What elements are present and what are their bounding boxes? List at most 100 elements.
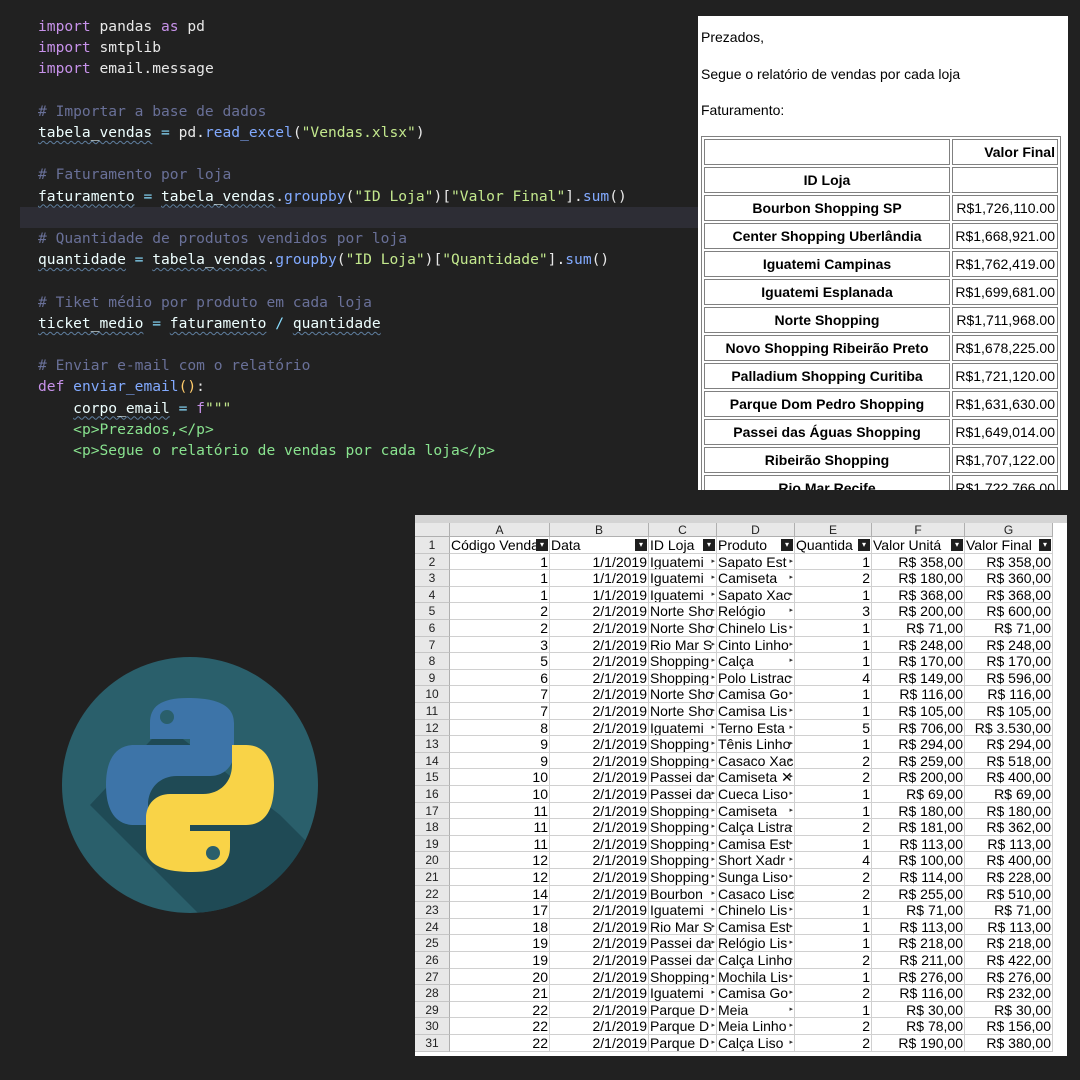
- table-cell[interactable]: R$ 105,00: [965, 703, 1053, 720]
- table-cell[interactable]: 11: [450, 835, 550, 853]
- table-cell[interactable]: 2: [795, 570, 872, 587]
- code-line[interactable]: <p>Segue o relatório de vendas por cada …: [38, 440, 495, 461]
- row-header[interactable]: 12: [415, 719, 450, 737]
- table-cell[interactable]: Tênis Linho ▸: [717, 736, 795, 753]
- code-line[interactable]: # Quantidade de produtos vendidos por lo…: [38, 228, 407, 249]
- table-cell[interactable]: R$ 218,00: [965, 935, 1053, 952]
- table-cell[interactable]: 1/1/2019: [550, 553, 649, 571]
- table-cell[interactable]: 2/1/2019: [550, 935, 649, 952]
- table-cell[interactable]: 4: [795, 852, 872, 869]
- table-cell[interactable]: 2/1/2019: [550, 786, 649, 803]
- table-cell[interactable]: Shopping ▸: [649, 968, 717, 986]
- code-line[interactable]: import smtplib: [38, 37, 161, 58]
- table-cell[interactable]: 6: [450, 669, 550, 687]
- row-header[interactable]: 1: [415, 537, 450, 554]
- row-header[interactable]: 7: [415, 636, 450, 654]
- code-line[interactable]: quantidade = tabela_vendas.groupby("ID L…: [38, 249, 609, 270]
- table-cell[interactable]: 2: [795, 769, 872, 786]
- row-header[interactable]: 24: [415, 918, 450, 936]
- row-header[interactable]: 29: [415, 1001, 450, 1019]
- table-cell[interactable]: 2: [795, 1035, 872, 1052]
- code-line[interactable]: # Enviar e-mail com o relatório: [38, 355, 310, 376]
- code-editor[interactable]: import pandas as pd import smtplib import …: [20, 12, 698, 492]
- table-cell[interactable]: 11: [450, 802, 550, 820]
- table-cell[interactable]: R$ 114,00: [872, 869, 965, 886]
- row-header[interactable]: 11: [415, 703, 450, 720]
- table-cell[interactable]: R$ 105,00: [872, 703, 965, 720]
- table-cell[interactable]: 1: [795, 553, 872, 571]
- table-cell[interactable]: 19: [450, 935, 550, 952]
- table-cell[interactable]: R$ 180,00: [872, 802, 965, 820]
- table-cell[interactable]: R$ 294,00: [965, 736, 1053, 753]
- table-cell[interactable]: Chinelo Lis ▸: [717, 620, 795, 637]
- row-header[interactable]: 18: [415, 819, 450, 836]
- table-cell[interactable]: 1: [795, 935, 872, 952]
- table-cell[interactable]: Iguatemi ▸: [649, 902, 717, 919]
- table-cell[interactable]: 1: [795, 653, 872, 670]
- table-cell[interactable]: Shopping ▸: [649, 669, 717, 687]
- table-cell[interactable]: Shopping ▸: [649, 736, 717, 753]
- table-cell[interactable]: 2/1/2019: [550, 719, 649, 737]
- table-cell[interactable]: R$ 190,00: [872, 1035, 965, 1052]
- table-cell[interactable]: R$ 156,00: [965, 1018, 1053, 1035]
- table-cell[interactable]: 2/1/2019: [550, 885, 649, 903]
- table-cell[interactable]: R$ 30,00: [872, 1001, 965, 1019]
- table-cell[interactable]: R$ 518,00: [965, 752, 1053, 770]
- table-cell[interactable]: 18: [450, 918, 550, 936]
- header-cell[interactable]: Produto ▾: [717, 537, 795, 554]
- table-cell[interactable]: 10: [450, 786, 550, 803]
- table-cell[interactable]: 2: [795, 869, 872, 886]
- table-cell[interactable]: R$ 510,00: [965, 885, 1053, 903]
- row-header[interactable]: 21: [415, 869, 450, 886]
- row-header[interactable]: 2: [415, 553, 450, 571]
- table-cell[interactable]: 2/1/2019: [550, 703, 649, 720]
- row-header[interactable]: 17: [415, 802, 450, 820]
- table-cell[interactable]: 12: [450, 852, 550, 869]
- table-cell[interactable]: Meia ▸: [717, 1001, 795, 1019]
- row-header[interactable]: 13: [415, 736, 450, 753]
- table-cell[interactable]: R$ 248,00: [872, 636, 965, 654]
- table-cell[interactable]: 2: [450, 620, 550, 637]
- table-cell[interactable]: 2/1/2019: [550, 869, 649, 886]
- row-header[interactable]: 23: [415, 902, 450, 919]
- table-cell[interactable]: Sapato Xac ▸: [717, 586, 795, 604]
- table-cell[interactable]: R$ 368,00: [965, 586, 1053, 604]
- table-cell[interactable]: 2: [795, 819, 872, 836]
- table-cell[interactable]: R$ 362,00: [965, 819, 1053, 836]
- table-cell[interactable]: R$ 71,00: [965, 902, 1053, 919]
- table-cell[interactable]: R$ 358,00: [965, 553, 1053, 571]
- table-cell[interactable]: 2/1/2019: [550, 1001, 649, 1019]
- table-cell[interactable]: R$ 113,00: [965, 835, 1053, 853]
- table-cell[interactable]: 2: [795, 1018, 872, 1035]
- table-cell[interactable]: R$ 228,00: [965, 869, 1053, 886]
- header-cell[interactable]: Valor Final ▾: [965, 537, 1053, 554]
- table-cell[interactable]: 14: [450, 885, 550, 903]
- table-cell[interactable]: Relógio ▸: [717, 603, 795, 620]
- table-cell[interactable]: 2/1/2019: [550, 603, 649, 620]
- table-cell[interactable]: 2/1/2019: [550, 968, 649, 986]
- row-header[interactable]: 31: [415, 1035, 450, 1052]
- spreadsheet[interactable]: A B C D E F G 1 Código Venda ▾ Data ▾ ID Loja ▾ Produt…: [415, 515, 1067, 1056]
- table-cell[interactable]: R$ 181,00: [872, 819, 965, 836]
- table-cell[interactable]: 2/1/2019: [550, 736, 649, 753]
- table-cell[interactable]: Mochila Lis ▸: [717, 968, 795, 986]
- code-line[interactable]: faturamento = tabela_vendas.groupby("ID …: [38, 186, 627, 207]
- column-header-e[interactable]: E: [795, 523, 872, 537]
- code-line[interactable]: corpo_email = f""": [38, 398, 231, 419]
- table-cell[interactable]: 22: [450, 1001, 550, 1019]
- table-cell[interactable]: R$ 232,00: [965, 985, 1053, 1002]
- table-cell[interactable]: R$ 116,00: [872, 686, 965, 703]
- row-header[interactable]: 30: [415, 1018, 450, 1035]
- table-cell[interactable]: 3: [450, 636, 550, 654]
- table-cell[interactable]: 2/1/2019: [550, 902, 649, 919]
- table-cell[interactable]: Shopping ▸: [649, 802, 717, 820]
- table-cell[interactable]: Short Xadr ▸: [717, 852, 795, 869]
- filter-dropdown-icon[interactable]: ▾: [858, 539, 870, 551]
- table-cell[interactable]: 2: [795, 952, 872, 969]
- header-cell[interactable]: Código Venda ▾: [450, 537, 550, 554]
- column-header-a[interactable]: A: [450, 523, 550, 537]
- table-cell[interactable]: 20: [450, 968, 550, 986]
- table-cell[interactable]: 1: [795, 703, 872, 720]
- row-header[interactable]: 10: [415, 686, 450, 703]
- row-header[interactable]: 22: [415, 885, 450, 903]
